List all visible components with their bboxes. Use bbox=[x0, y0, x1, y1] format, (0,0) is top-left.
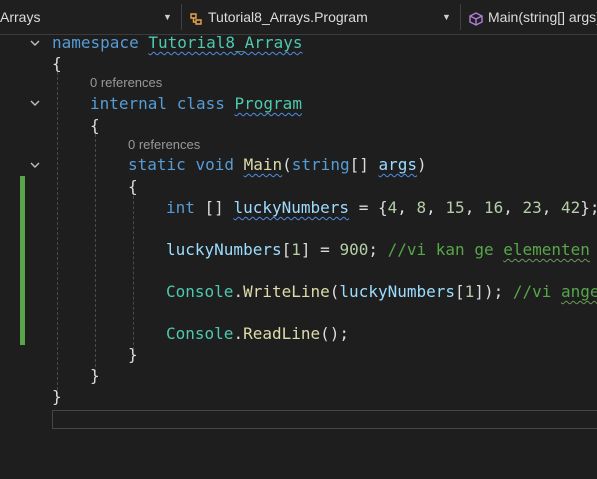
brace-token: { bbox=[90, 116, 100, 135]
keyword-token: string bbox=[291, 155, 350, 174]
variable-name: luckyNumbers bbox=[339, 282, 456, 301]
punct-token: }; bbox=[580, 198, 597, 217]
class-name: Program bbox=[234, 94, 302, 113]
punct-token: [] bbox=[349, 155, 369, 174]
punct-token: = bbox=[320, 240, 330, 259]
change-indicator bbox=[20, 176, 25, 345]
number-literal: 900 bbox=[339, 240, 369, 259]
project-dropdown[interactable]: Arrays ▼ bbox=[0, 5, 180, 29]
member-dropdown-label: Main(string[] args) bbox=[488, 9, 597, 25]
class-dropdown[interactable]: Tutorial8_Arrays.Program ▼ bbox=[186, 5, 458, 29]
indent-guide bbox=[57, 67, 58, 395]
class-name: Console bbox=[166, 324, 234, 343]
brace-token: { bbox=[52, 54, 62, 73]
brace-token: } bbox=[128, 345, 138, 364]
navigation-bar: Arrays ▼ Tutorial8_Arrays.Program ▼ Main… bbox=[0, 0, 597, 35]
number-literal: 8 bbox=[416, 198, 427, 217]
code-line-writeline: Console.WriteLine(luckyNumbers[1]); //vi… bbox=[166, 281, 597, 302]
punct-token: [ bbox=[281, 240, 292, 259]
keyword-token: static bbox=[128, 155, 186, 174]
comment-misspelled-word: anger bbox=[561, 282, 597, 301]
class-icon bbox=[190, 13, 202, 25]
method-cube-icon bbox=[469, 12, 483, 26]
code-line-namespace: namespace Tutorial8_Arrays bbox=[52, 32, 302, 53]
class-dropdown-label: Tutorial8_Arrays.Program bbox=[208, 9, 368, 25]
number-literal: 42 bbox=[561, 198, 581, 217]
punct-token: ] bbox=[474, 282, 484, 301]
keyword-token: namespace bbox=[52, 33, 139, 52]
codelens-references[interactable]: 0 references bbox=[128, 137, 200, 152]
code-line-brace-close: } bbox=[90, 365, 100, 386]
punct-token: [ bbox=[455, 282, 465, 301]
member-dropdown[interactable]: Main(string[] args) bbox=[466, 5, 597, 29]
parameter-name: args bbox=[378, 155, 418, 174]
comment-token: s bbox=[590, 240, 597, 259]
code-editor[interactable]: namespace Tutorial8_Arrays { 0 reference… bbox=[0, 32, 597, 479]
keyword-token: int bbox=[166, 198, 195, 217]
collapse-chevron-icon[interactable] bbox=[29, 159, 41, 171]
punct-token: . bbox=[233, 282, 244, 301]
number-literal: 1 bbox=[291, 240, 301, 259]
code-line-brace-close: } bbox=[128, 344, 138, 365]
code-line-assignment: luckyNumbers[1] = 900; //vi kan ge eleme… bbox=[166, 239, 597, 260]
brace-token: } bbox=[90, 366, 100, 385]
method-name: ReadLine bbox=[243, 324, 321, 343]
punct-token: ); bbox=[483, 282, 504, 301]
method-name: Main bbox=[243, 155, 283, 174]
punct-token: ) bbox=[417, 155, 427, 174]
code-line-brace-open: { bbox=[90, 115, 100, 136]
project-dropdown-label: Arrays bbox=[0, 9, 41, 25]
navbar-separator bbox=[181, 4, 182, 30]
navbar-separator bbox=[460, 4, 461, 30]
punct-token: { bbox=[377, 198, 388, 217]
punct-token: ; bbox=[368, 240, 378, 259]
punct-token: ( bbox=[329, 282, 340, 301]
codelens-references[interactable]: 0 references bbox=[90, 75, 162, 90]
namespace-name: Tutorial8_Arrays bbox=[148, 33, 303, 52]
brace-token: } bbox=[52, 387, 62, 406]
number-literal: 1 bbox=[464, 282, 475, 301]
keyword-token: class bbox=[176, 94, 225, 113]
variable-name: luckyNumbers bbox=[166, 240, 282, 259]
codelens-label: 0 references bbox=[90, 75, 163, 90]
comment-token: //vi kan ge bbox=[387, 240, 504, 259]
code-line-brace-close: } bbox=[52, 386, 62, 407]
code-line-method: static void Main(string[] args) bbox=[128, 154, 427, 175]
code-line-brace-open: { bbox=[52, 53, 62, 74]
punct-token: ] bbox=[300, 240, 311, 259]
code-line-class: internal class Program bbox=[90, 93, 302, 114]
punct-token: (); bbox=[320, 324, 350, 343]
punct-token: [] bbox=[204, 198, 224, 217]
number-literal: 15 bbox=[445, 198, 465, 217]
codelens-label: 0 references bbox=[128, 137, 201, 152]
number-literal: 16 bbox=[483, 198, 504, 217]
indent-guide bbox=[133, 191, 134, 350]
class-name: Console bbox=[166, 282, 234, 301]
keyword-token: internal bbox=[90, 94, 168, 113]
collapse-chevron-icon[interactable] bbox=[29, 37, 41, 49]
keyword-token: void bbox=[195, 155, 234, 174]
code-line-declaration: int [] luckyNumbers = {4, 8, 15, 16, 23,… bbox=[166, 197, 597, 218]
punct-token: ( bbox=[282, 155, 292, 174]
code-line-brace-open: { bbox=[128, 176, 138, 197]
number-literal: 23 bbox=[522, 198, 542, 217]
comment-token: //vi bbox=[512, 282, 562, 301]
empty-line-highlight[interactable] bbox=[52, 410, 597, 429]
code-line-readline: Console.ReadLine(); bbox=[166, 323, 349, 344]
punct-token: . bbox=[233, 324, 244, 343]
comment-misspelled-word: elementen bbox=[503, 240, 590, 259]
variable-name: luckyNumbers bbox=[233, 198, 350, 217]
collapse-chevron-icon[interactable] bbox=[29, 97, 41, 109]
chevron-down-icon: ▼ bbox=[442, 12, 451, 22]
brace-token: { bbox=[128, 177, 138, 196]
number-literal: 4 bbox=[387, 198, 398, 217]
punct-token: = bbox=[358, 198, 369, 217]
chevron-down-icon: ▼ bbox=[163, 12, 172, 22]
indent-guide bbox=[95, 129, 96, 372]
method-name: WriteLine bbox=[243, 282, 330, 301]
